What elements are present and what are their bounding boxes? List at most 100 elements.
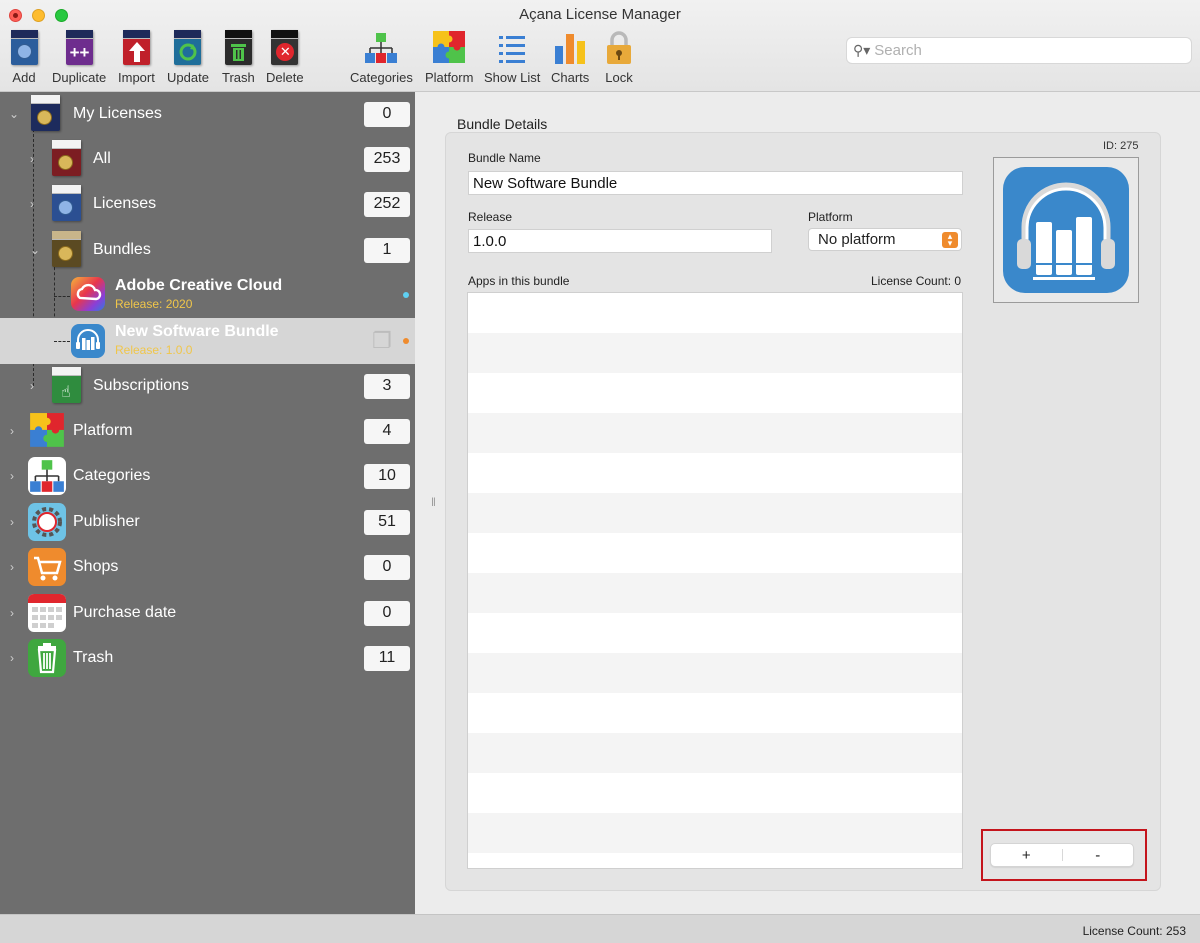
copy-document-icon[interactable]: ❐ <box>372 328 392 354</box>
apps-in-bundle-list[interactable] <box>467 292 963 869</box>
list-item[interactable] <box>468 613 962 653</box>
chevron-right-icon[interactable]: › <box>10 469 14 483</box>
lock-button[interactable]: Lock <box>603 30 635 85</box>
publisher-gear-icon <box>28 503 66 541</box>
count-badge: 1 <box>364 237 410 263</box>
duplicate-icon: ++ <box>63 30 95 66</box>
bundle-image-well[interactable] <box>993 157 1139 303</box>
trash-label: Trash <box>222 70 255 85</box>
sidebar-item-label: All <box>93 150 111 167</box>
duplicate-label: Duplicate <box>52 70 107 85</box>
lock-icon <box>603 30 635 66</box>
duplicate-button[interactable]: ++ Duplicate <box>52 30 106 85</box>
categories-button[interactable]: Categories <box>350 30 413 85</box>
license-box-icon <box>30 95 61 133</box>
charts-label: Charts <box>551 70 590 85</box>
count-badge: 3 <box>364 373 410 399</box>
charts-button[interactable]: Charts <box>551 30 589 85</box>
status-license-count: License Count: 253 <box>1082 924 1186 938</box>
list-item[interactable] <box>468 733 962 773</box>
import-label: Import <box>118 70 155 85</box>
sidebar-item-categories[interactable]: › Categories 10 <box>0 454 415 498</box>
sidebar-item-label: Trash <box>73 649 114 666</box>
list-item[interactable] <box>468 693 962 733</box>
sidebar-item-label: Purchase date <box>73 604 177 621</box>
update-icon <box>172 30 204 66</box>
sidebar-item-publisher[interactable]: › Publisher 51 <box>0 500 415 544</box>
remove-app-button[interactable]: - <box>1063 844 1134 866</box>
chevron-right-icon[interactable]: › <box>10 560 14 574</box>
sidebar-item-all[interactable]: › All 253 <box>0 137 415 181</box>
chevron-down-icon[interactable]: ⌄ <box>30 243 40 257</box>
status-dot <box>403 338 409 344</box>
license-count-label: License Count: 0 <box>871 274 962 288</box>
calendar-icon <box>28 594 66 632</box>
list-item[interactable] <box>468 653 962 693</box>
window-title: Açana License Manager <box>519 6 681 23</box>
chevron-right-icon[interactable]: › <box>10 651 14 665</box>
sidebar-item-platform[interactable]: › Platform 4 <box>0 409 415 453</box>
add-app-button[interactable]: + <box>991 844 1062 866</box>
list-item[interactable] <box>468 533 962 573</box>
list-item[interactable] <box>468 853 962 868</box>
update-button[interactable]: Update <box>167 30 209 85</box>
list-item[interactable] <box>468 813 962 853</box>
bundle-title: New Software Bundle <box>115 323 279 340</box>
bundle-item-new-software-bundle[interactable]: New Software Bundle Release: 1.0.0 ❐ <box>0 318 415 364</box>
chevron-right-icon[interactable]: › <box>10 424 14 438</box>
release-input[interactable] <box>468 229 772 253</box>
chevron-right-icon[interactable]: › <box>10 606 14 620</box>
list-item[interactable] <box>468 773 962 813</box>
import-button[interactable]: Import <box>118 30 155 85</box>
bundle-release: Release: 1.0.0 <box>115 343 193 357</box>
sidebar-item-my-licenses[interactable]: ⌄ My Licenses 0 <box>0 92 415 136</box>
sidebar-item-trash[interactable]: › Trash 11 <box>0 636 415 680</box>
list-item[interactable] <box>468 413 962 453</box>
count-badge: 252 <box>364 191 410 217</box>
count-badge: 10 <box>364 463 410 489</box>
split-view-handle[interactable]: ‖ <box>431 495 436 509</box>
delete-label: Delete <box>266 70 304 85</box>
chevron-right-icon[interactable]: › <box>30 197 34 211</box>
sidebar-item-label: Publisher <box>73 513 140 530</box>
sidebar-item-bundles[interactable]: ⌄ Bundles 1 <box>0 228 415 272</box>
apps-in-bundle-label: Apps in this bundle <box>468 274 570 288</box>
sidebar-item-shops[interactable]: › Shops 0 <box>0 545 415 589</box>
sidebar-item-label: My Licenses <box>73 105 162 122</box>
list-icon <box>494 30 530 66</box>
list-item[interactable] <box>468 333 962 373</box>
list-item[interactable] <box>468 493 962 533</box>
search-field[interactable]: ⚲▾ <box>846 37 1192 64</box>
chevron-down-icon[interactable]: ⌄ <box>9 107 19 121</box>
subscription-box-icon: ☝ <box>51 367 82 405</box>
sidebar-item-licenses[interactable]: › Licenses 252 <box>0 182 415 226</box>
trash-button[interactable]: Trash <box>222 30 255 85</box>
sidebar-item-purchase-date[interactable]: › Purchase date 0 <box>0 591 415 635</box>
list-item[interactable] <box>468 373 962 413</box>
search-input[interactable] <box>874 42 1175 59</box>
chevron-right-icon[interactable]: › <box>30 152 34 166</box>
count-badge: 51 <box>364 509 410 535</box>
platform-label: Platform <box>425 70 474 85</box>
sidebar-item-subscriptions[interactable]: › ☝ Subscriptions 3 <box>0 364 415 408</box>
list-item[interactable] <box>468 293 962 333</box>
title-toolbar: Açana License Manager Add ++ Duplicate I… <box>0 0 1200 92</box>
add-license-icon <box>8 30 40 66</box>
bundle-release: Release: 2020 <box>115 297 193 311</box>
platform-select[interactable]: No platform ▴ ▾ <box>808 228 962 251</box>
chevron-right-icon[interactable]: › <box>10 515 14 529</box>
platform-button[interactable]: Platform <box>425 30 473 85</box>
list-item[interactable] <box>468 453 962 493</box>
shopping-cart-icon <box>28 548 66 586</box>
delete-button[interactable]: ✕ Delete <box>266 30 304 85</box>
bundle-name-label: Bundle Name <box>468 151 541 165</box>
add-remove-segmented-control[interactable]: + - <box>990 843 1134 867</box>
bundle-name-input[interactable] <box>468 171 963 195</box>
bundle-item-adobe-creative-cloud[interactable]: Adobe Creative Cloud Release: 2020 <box>0 272 415 318</box>
chevron-right-icon[interactable]: › <box>30 379 34 393</box>
show-list-button[interactable]: Show List <box>484 30 540 85</box>
categories-hierarchy-icon <box>363 30 399 66</box>
add-button[interactable]: Add <box>8 30 40 85</box>
list-item[interactable] <box>468 573 962 613</box>
trash-can-icon <box>222 30 254 66</box>
